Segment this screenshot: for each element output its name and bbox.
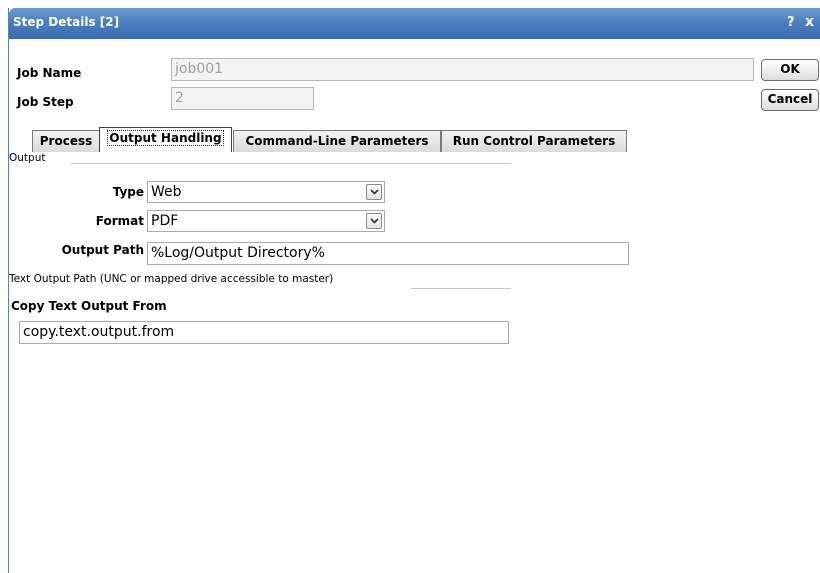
job-step-field: 2 (171, 87, 314, 110)
help-icon[interactable]: ? (787, 15, 795, 30)
format-select-value: PDF (151, 213, 179, 229)
tab-output-handling-label: Output Handling (107, 130, 224, 146)
tab-run-control-label: Run Control Parameters (452, 134, 616, 148)
output-path-field[interactable]: %Log/Output Directory% (147, 242, 629, 265)
close-icon[interactable]: x (805, 14, 814, 30)
chevron-down-icon[interactable] (366, 184, 382, 200)
job-step-label: Job Step (17, 95, 74, 109)
tab-output-handling[interactable]: Output Handling (99, 127, 232, 152)
title-bar[interactable]: Step Details [2] ? x (9, 8, 820, 39)
type-select-value: Web (151, 184, 182, 200)
step-details-dialog: Step Details [2] ? x Job Name job001 Job… (8, 8, 820, 573)
ok-button[interactable]: OK (761, 59, 819, 81)
cancel-button[interactable]: Cancel (761, 89, 819, 111)
copy-text-output-label: Copy Text Output From (11, 299, 167, 313)
output-path-label: Output Path (61, 243, 144, 257)
chevron-down-icon[interactable] (366, 213, 382, 229)
job-name-field: job001 (171, 58, 754, 81)
type-select[interactable]: Web (147, 181, 385, 203)
job-name-label: Job Name (17, 66, 82, 80)
tab-command-line-label: Command-Line Parameters (245, 134, 429, 148)
text-output-section-label: Text Output Path (UNC or mapped drive ac… (9, 273, 334, 285)
tab-process-label: Process (39, 134, 93, 148)
tab-run-control-parameters[interactable]: Run Control Parameters (441, 130, 627, 152)
type-label: Type (112, 185, 144, 199)
copy-text-output-field[interactable]: copy.text.output.from (19, 321, 509, 344)
text-output-divider (411, 288, 511, 289)
format-label: Format (95, 214, 144, 228)
format-select[interactable]: PDF (147, 210, 385, 232)
tab-process[interactable]: Process (32, 130, 100, 152)
tab-command-line-parameters[interactable]: Command-Line Parameters (233, 130, 441, 152)
dialog-title: Step Details [2] (13, 15, 120, 29)
output-section-divider (71, 163, 511, 164)
output-section-label: Output (9, 152, 46, 164)
